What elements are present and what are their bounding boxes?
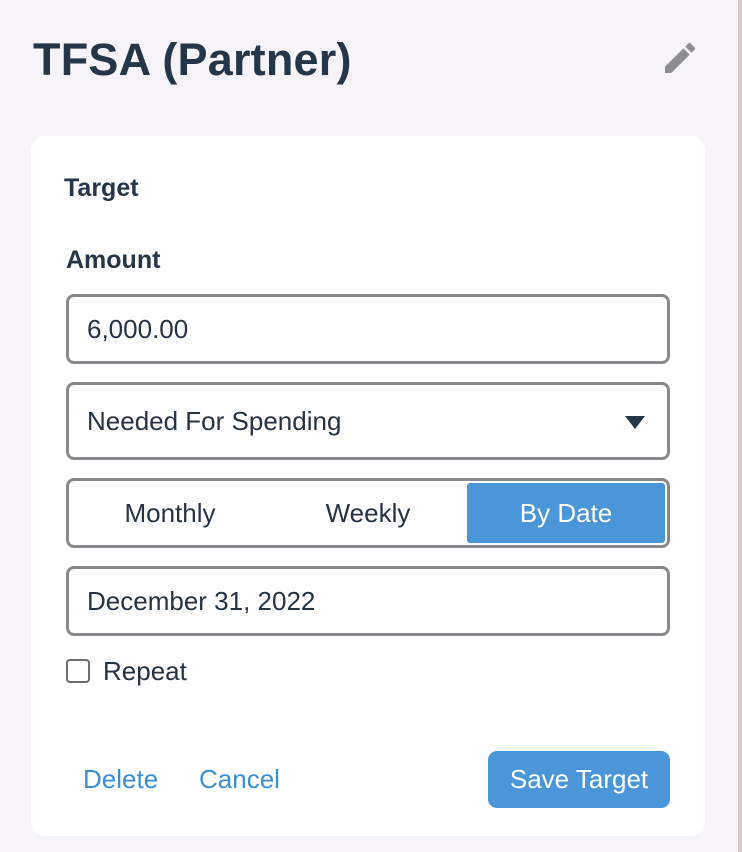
repeat-row: Repeat	[66, 656, 187, 686]
pencil-icon[interactable]	[660, 38, 700, 78]
repeat-checkbox[interactable]	[66, 659, 90, 683]
header: TFSA (Partner)	[33, 30, 705, 90]
save-target-button[interactable]: Save Target	[488, 751, 670, 808]
target-card: Target Amount Needed For Spending Monthl…	[31, 136, 705, 836]
page-title: TFSA (Partner)	[33, 34, 352, 85]
segment-by-date[interactable]: By Date	[467, 483, 665, 543]
amount-input[interactable]	[69, 297, 667, 361]
segment-weekly[interactable]: Weekly	[269, 483, 467, 543]
segment-monthly[interactable]: Monthly	[71, 483, 269, 543]
date-input[interactable]	[69, 569, 667, 633]
caret-down-icon	[625, 416, 645, 429]
repeat-label[interactable]: Repeat	[103, 656, 187, 687]
target-type-select[interactable]: Needed For Spending	[66, 382, 670, 460]
target-type-selected: Needed For Spending	[87, 406, 342, 436]
amount-label: Amount	[66, 246, 161, 274]
amount-field-wrapper	[66, 294, 670, 364]
target-section-title: Target	[64, 174, 139, 202]
delete-link[interactable]: Delete	[83, 764, 158, 795]
frequency-segmented-control: Monthly Weekly By Date	[66, 478, 670, 548]
cancel-link[interactable]: Cancel	[199, 764, 280, 795]
panel-edge	[738, 0, 742, 852]
date-field-wrapper	[66, 566, 670, 636]
